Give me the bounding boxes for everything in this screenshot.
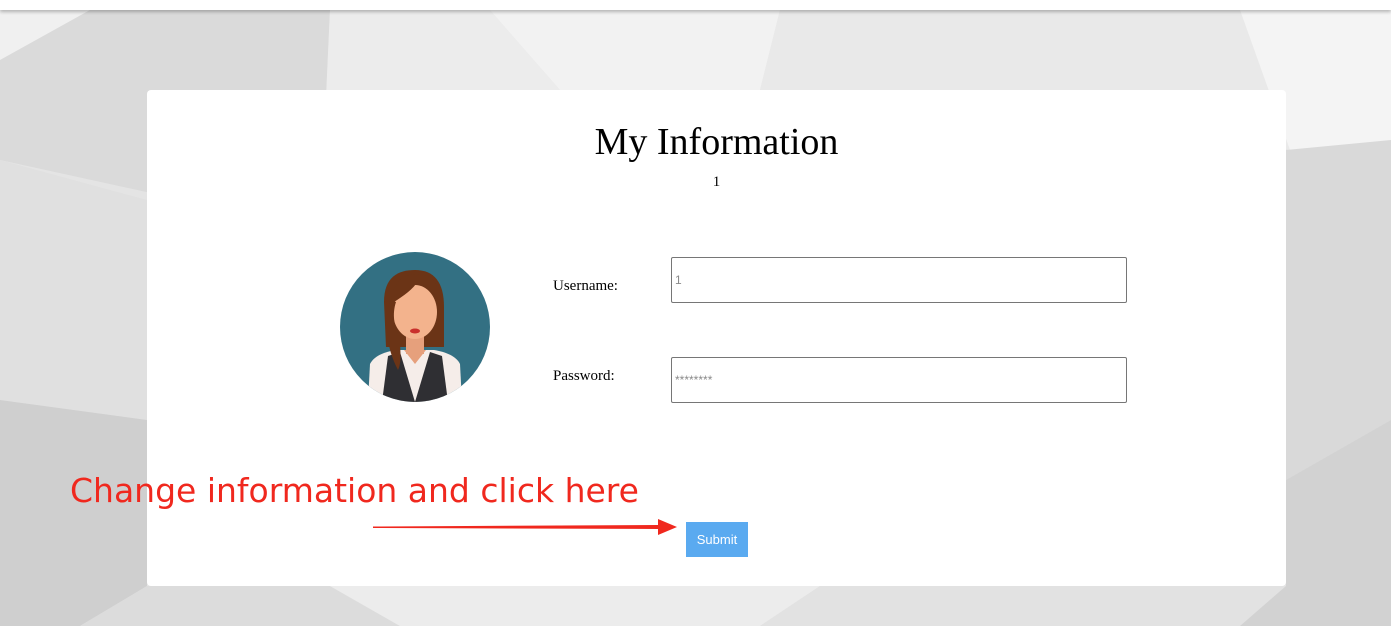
- woman-avatar-icon: [340, 252, 490, 402]
- page-title: My Information: [594, 121, 839, 163]
- annotation-text: Change information and click here: [70, 471, 639, 510]
- information-card: My Information 1 Username: 1 Password: *…: [147, 90, 1286, 586]
- red-arrow-annotation: [373, 519, 677, 535]
- username-input[interactable]: [671, 257, 1127, 303]
- submit-button[interactable]: Submit: [686, 522, 748, 557]
- password-input[interactable]: [671, 357, 1127, 403]
- password-label: Password:: [553, 368, 615, 384]
- username-label: Username:: [553, 278, 618, 294]
- top-bar: [0, 0, 1391, 10]
- user-id: 1: [712, 174, 721, 190]
